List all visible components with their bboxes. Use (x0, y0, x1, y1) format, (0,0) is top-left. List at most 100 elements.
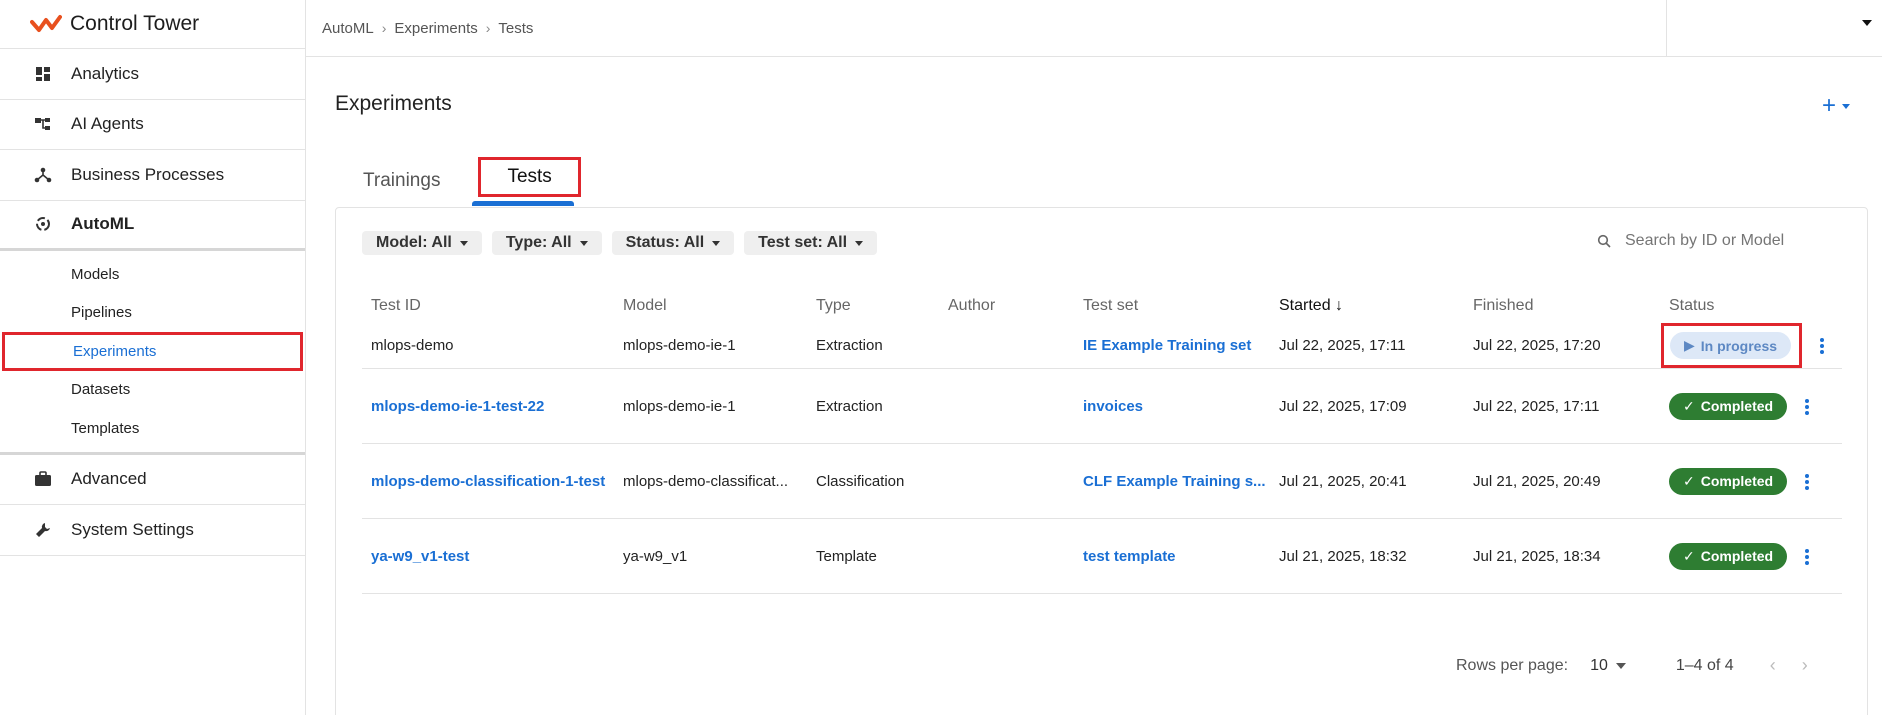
plus-icon: + (1821, 92, 1836, 119)
filter-status[interactable]: Status: All (611, 231, 735, 255)
table-row[interactable]: mlops-demo-classification-1-test mlops-d… (362, 443, 1842, 519)
filter-label: Status: All (625, 234, 705, 251)
sidebar-item-system-settings[interactable]: System Settings (0, 505, 305, 556)
search-box (1597, 232, 1837, 250)
cell-model: mlops-demo-ie-1 (614, 368, 807, 444)
cell-type: Extraction (807, 368, 939, 444)
automl-icon (33, 214, 53, 234)
account-menu[interactable] (1666, 0, 1882, 56)
check-icon: ✓ (1683, 547, 1695, 564)
chevron-left-icon[interactable]: ‹ (1770, 655, 1776, 676)
column-header-test-set[interactable]: Test set (1074, 288, 1270, 323)
sidebar-item-business-processes[interactable]: Business Processes (0, 150, 305, 201)
cell-test-id-link[interactable]: mlops-demo-classification-1-test (362, 443, 614, 519)
breadcrumb-automl[interactable]: AutoML (322, 20, 374, 37)
cell-author (939, 323, 1074, 369)
sidebar-item-label: AutoML (71, 214, 135, 234)
filter-test-set[interactable]: Test set: All (744, 231, 878, 255)
table-row[interactable]: ya-w9_v1-test ya-w9_v1 Template test tem… (362, 518, 1842, 594)
table-header-row: Test ID Model Type Author Test set Start… (362, 288, 1842, 323)
caret-down-icon (1615, 662, 1626, 669)
hierarchy-icon (33, 114, 53, 134)
table-row[interactable]: mlops-demo-ie-1-test-22 mlops-demo-ie-1 … (362, 368, 1842, 444)
status-badge: ✓ Completed (1669, 467, 1788, 495)
sidebar-item-advanced[interactable]: Advanced (0, 455, 305, 505)
sidebar-item-label: Advanced (71, 469, 147, 489)
status-badge: ✓ Completed (1669, 392, 1788, 420)
sidebar-subitem-models[interactable]: Models (0, 255, 305, 294)
experiment-tabs: Trainings Tests (335, 157, 581, 206)
column-header-author[interactable]: Author (939, 288, 1074, 323)
caret-down-icon (1842, 103, 1850, 109)
process-icon (33, 165, 53, 185)
column-header-test-id[interactable]: Test ID (362, 288, 614, 323)
column-header-type[interactable]: Type (807, 288, 939, 323)
column-header-label: Started (1279, 296, 1331, 314)
cell-finished: Jul 22, 2025, 17:11 (1464, 368, 1660, 444)
brand[interactable]: Control Tower (0, 0, 305, 49)
cell-finished: Jul 22, 2025, 17:20 (1464, 323, 1660, 369)
cell-author (939, 518, 1074, 594)
cell-status: ✓ Completed (1660, 443, 1842, 519)
active-tab-indicator (472, 201, 574, 206)
cell-author (939, 443, 1074, 519)
cell-test-id: mlops-demo (362, 323, 614, 369)
sidebar-item-automl[interactable]: AutoML (0, 201, 305, 251)
filter-label: Test set: All (758, 234, 848, 251)
sidebar-item-label: Analytics (71, 63, 140, 83)
cell-test-id-link[interactable]: ya-w9_v1-test (362, 518, 614, 594)
page-title: Experiments (335, 92, 452, 115)
column-header-status[interactable]: Status (1660, 288, 1842, 323)
sidebar-item-ai-agents[interactable]: AI Agents (0, 100, 305, 150)
cell-type: Classification (807, 443, 939, 519)
tests-table: Test ID Model Type Author Test set Start… (362, 288, 1842, 594)
sidebar-subitem-experiments[interactable]: Experiments (2, 332, 303, 371)
check-icon: ✓ (1683, 397, 1695, 414)
chevron-right-icon: › (381, 20, 387, 36)
cell-test-set-link[interactable]: test template (1074, 518, 1270, 594)
tab-tests[interactable]: Tests (478, 157, 581, 197)
sidebar-item-analytics[interactable]: Analytics (0, 49, 305, 100)
check-icon: ✓ (1683, 472, 1695, 489)
more-vert-icon[interactable] (1820, 338, 1825, 355)
filter-label: Model: All (376, 234, 452, 251)
status-highlight: ▶ In progress (1661, 323, 1803, 368)
status-label: Completed (1700, 398, 1774, 414)
status-label: Completed (1700, 473, 1774, 489)
sidebar-subitem-pipelines[interactable]: Pipelines (0, 294, 305, 333)
table-row[interactable]: mlops-demo mlops-demo-ie-1 Extraction IE… (362, 323, 1842, 369)
pagination-range: 1–4 of 4 (1675, 656, 1734, 674)
chevron-right-icon[interactable]: › (1802, 655, 1808, 676)
cell-test-set-link[interactable]: invoices (1074, 368, 1270, 444)
caret-down-icon (459, 240, 468, 246)
sidebar-item-label: Business Processes (71, 164, 225, 184)
column-header-finished[interactable]: Finished (1464, 288, 1660, 323)
more-vert-icon[interactable] (1805, 473, 1810, 490)
sidebar-subitem-templates[interactable]: Templates (0, 409, 305, 448)
status-badge: ✓ Completed (1669, 542, 1788, 570)
cell-test-set-link[interactable]: CLF Example Training s... (1074, 443, 1270, 519)
filter-type[interactable]: Type: All (491, 231, 602, 255)
cell-type: Template (807, 518, 939, 594)
more-vert-icon[interactable] (1805, 398, 1810, 415)
breadcrumb-tests: Tests (498, 19, 534, 37)
sidebar-subitem-datasets[interactable]: Datasets (0, 371, 305, 410)
cell-started: Jul 21, 2025, 18:32 (1270, 518, 1464, 594)
cell-test-id-link[interactable]: mlops-demo-ie-1-test-22 (362, 368, 614, 444)
breadcrumb: AutoML › Experiments › Tests (306, 20, 533, 37)
cell-model: mlops-demo-ie-1 (614, 323, 807, 369)
filter-model[interactable]: Model: All (362, 231, 482, 255)
rows-per-page-label: Rows per page: (1456, 656, 1569, 674)
search-input[interactable] (1625, 232, 1835, 250)
rows-per-page-select[interactable]: 10 (1590, 657, 1626, 675)
add-experiment-button[interactable]: + (1822, 92, 1850, 120)
tab-trainings[interactable]: Trainings (335, 157, 468, 204)
column-header-model[interactable]: Model (614, 288, 807, 323)
arrow-down-icon: ↓ (1335, 296, 1344, 314)
search-icon (1597, 234, 1611, 248)
column-header-started[interactable]: Started ↓ (1270, 288, 1464, 323)
sidebar-item-label: System Settings (71, 519, 194, 539)
cell-test-set-link[interactable]: IE Example Training set (1074, 323, 1270, 369)
breadcrumb-experiments[interactable]: Experiments (394, 20, 477, 37)
more-vert-icon[interactable] (1805, 548, 1810, 565)
